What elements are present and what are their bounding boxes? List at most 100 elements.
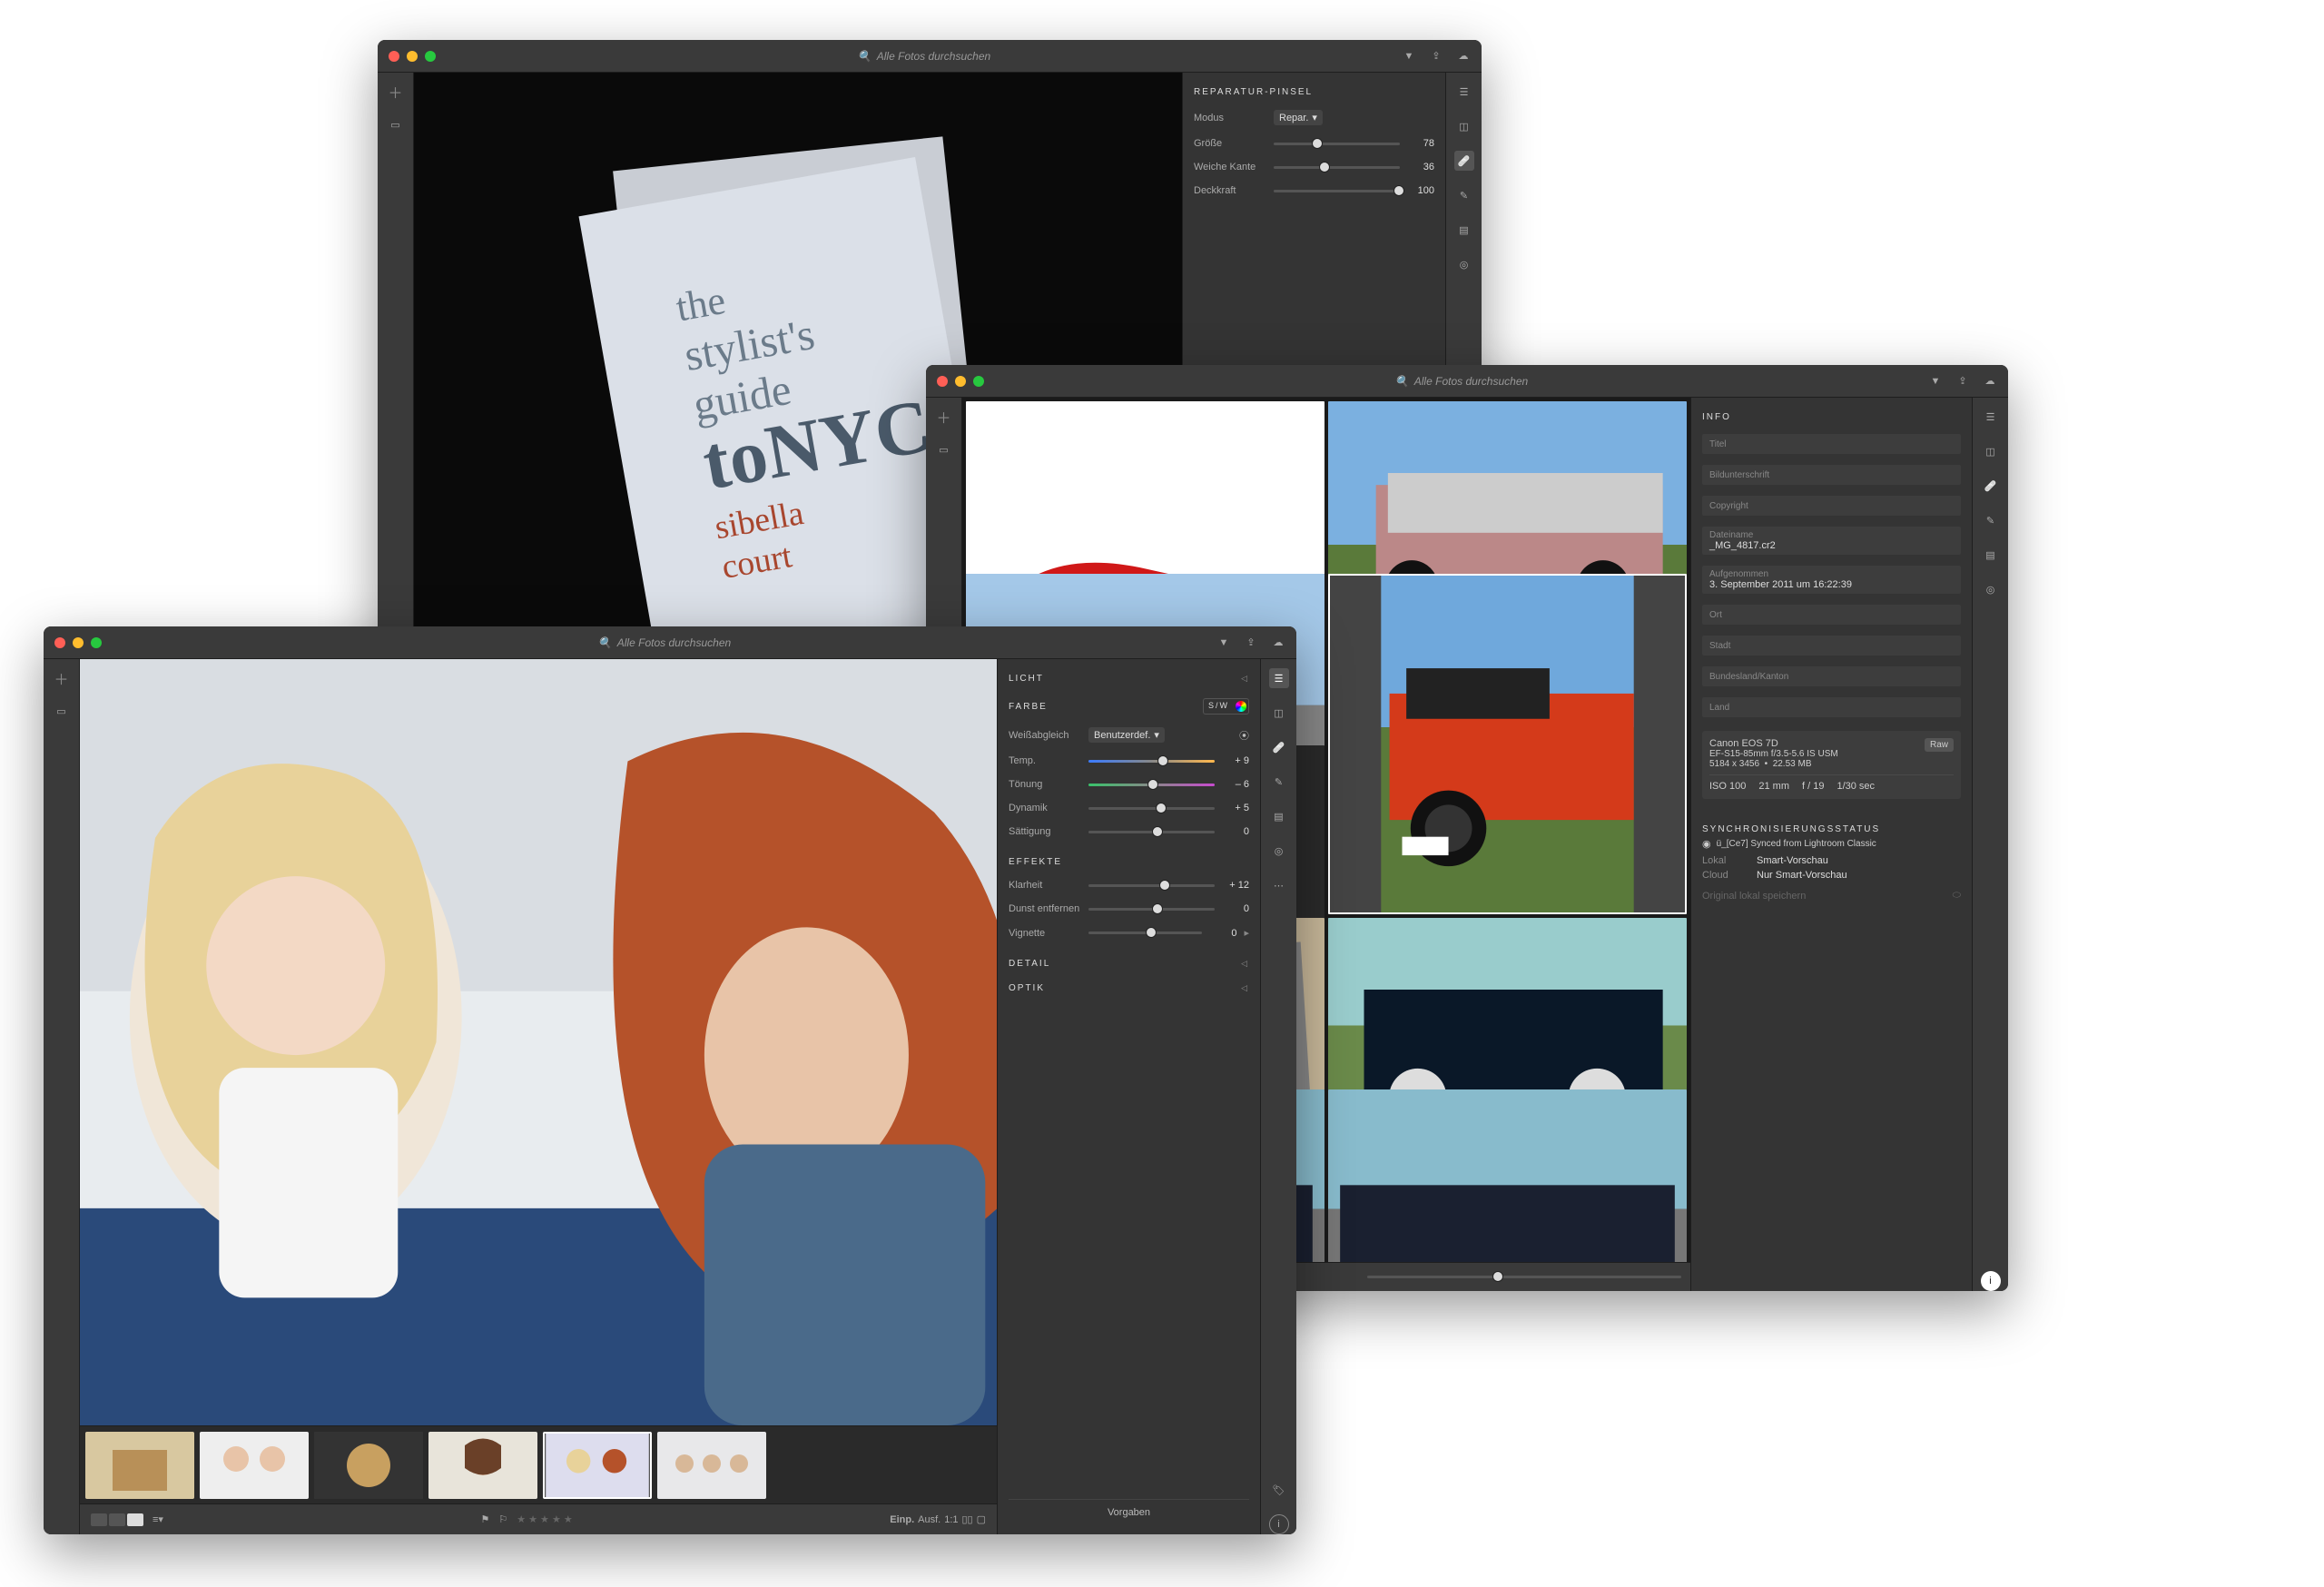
- share-icon[interactable]: ⇪: [1429, 49, 1443, 64]
- filter-icon[interactable]: ▼: [1402, 49, 1416, 64]
- copyright-field[interactable]: Copyright: [1702, 496, 1961, 516]
- close-button[interactable]: [54, 637, 65, 648]
- minimize-button[interactable]: [73, 637, 84, 648]
- tint-slider[interactable]: [1088, 784, 1215, 786]
- opacity-slider[interactable]: [1274, 190, 1400, 192]
- maximize-button[interactable]: [425, 51, 436, 62]
- filmstrip[interactable]: [80, 1425, 997, 1503]
- grid-view-button[interactable]: [91, 1513, 107, 1526]
- add-photos-button[interactable]: ＋: [52, 668, 72, 688]
- clarity-slider[interactable]: [1088, 884, 1215, 887]
- star-rating[interactable]: ★ ★ ★ ★ ★: [517, 1513, 573, 1525]
- collapse-rail-button[interactable]: ▭: [386, 114, 406, 134]
- brush-icon[interactable]: ✎: [1269, 772, 1289, 792]
- zoom-fill[interactable]: Ausf.: [918, 1514, 940, 1525]
- heal-brush-icon[interactable]: 🩹: [1981, 476, 2001, 496]
- vignette-detail-icon[interactable]: ▸: [1244, 927, 1249, 939]
- cloud-sync-icon[interactable]: ☁: [1983, 374, 1997, 389]
- edit-sliders-icon[interactable]: ☰: [1454, 82, 1474, 102]
- minimize-button[interactable]: [955, 376, 966, 387]
- vibrance-slider[interactable]: [1088, 807, 1215, 810]
- color-wheel-icon[interactable]: [1236, 701, 1246, 712]
- flag-reject-icon[interactable]: ⚐: [498, 1513, 507, 1525]
- flag-pick-icon[interactable]: ⚑: [480, 1513, 489, 1525]
- brush-icon[interactable]: ✎: [1981, 510, 2001, 530]
- location-field[interactable]: Ort: [1702, 605, 1961, 625]
- detail-header[interactable]: DETAIL: [1009, 959, 1050, 969]
- radial-gradient-icon[interactable]: ◎: [1269, 841, 1289, 861]
- collapse-rail-button[interactable]: ▭: [52, 701, 72, 721]
- optics-header[interactable]: OPTIK: [1009, 983, 1045, 993]
- light-header[interactable]: LICHT: [1009, 674, 1044, 684]
- grid-thumb[interactable]: [1328, 1089, 1687, 1262]
- collapse-rail-button[interactable]: ▭: [934, 439, 954, 459]
- zoom-controls[interactable]: Einp. Ausf. 1:1 ▯▯ ▢: [890, 1513, 986, 1525]
- filter-icon[interactable]: ▼: [1928, 374, 1943, 389]
- state-field[interactable]: Bundesland/Kanton: [1702, 666, 1961, 686]
- info-icon[interactable]: i: [1269, 1514, 1289, 1534]
- saturation-slider[interactable]: [1088, 831, 1215, 833]
- close-button[interactable]: [937, 376, 948, 387]
- wb-dropdown[interactable]: Benutzerdef.▾: [1088, 727, 1165, 743]
- more-icon[interactable]: ⋯: [1269, 875, 1289, 895]
- grid-thumb-selected[interactable]: [1328, 574, 1687, 914]
- heal-brush-icon[interactable]: 🩹: [1454, 151, 1474, 171]
- filmstrip-thumb[interactable]: [200, 1432, 309, 1499]
- bw-toggle[interactable]: S/W: [1203, 698, 1249, 715]
- cloud-sync-icon[interactable]: ☁: [1271, 636, 1285, 650]
- linear-gradient-icon[interactable]: ▤: [1269, 806, 1289, 826]
- add-photos-button[interactable]: ＋: [386, 82, 406, 102]
- close-button[interactable]: [389, 51, 399, 62]
- search-bar[interactable]: 🔍 Alle Fotos durchsuchen: [1002, 375, 1921, 388]
- filmstrip-thumb[interactable]: [657, 1432, 766, 1499]
- eyedropper-icon[interactable]: ⦿: [1239, 728, 1249, 743]
- crop-icon[interactable]: ◫: [1981, 441, 2001, 461]
- share-icon[interactable]: ⇪: [1955, 374, 1970, 389]
- chevron-icon[interactable]: [1241, 983, 1249, 993]
- photo-canvas[interactable]: [80, 659, 997, 1425]
- caption-field[interactable]: Bildunterschrift: [1702, 465, 1961, 485]
- feather-slider[interactable]: [1274, 166, 1400, 169]
- heal-brush-icon[interactable]: 🩹: [1269, 737, 1289, 757]
- zoom-1to1[interactable]: 1:1: [944, 1514, 958, 1525]
- search-bar[interactable]: 🔍 Alle Fotos durchsuchen: [454, 50, 1394, 63]
- tag-icon[interactable]: 🏷: [1269, 1480, 1289, 1500]
- store-local-toggle[interactable]: ⬭: [1953, 890, 1961, 902]
- presets-button[interactable]: Vorgaben: [1009, 1499, 1249, 1525]
- effects-header[interactable]: EFFEKTE: [1009, 857, 1062, 867]
- filmstrip-thumb[interactable]: [314, 1432, 423, 1499]
- zoom-original-icon[interactable]: ▢: [977, 1513, 986, 1525]
- title-field[interactable]: Titel: [1702, 434, 1961, 454]
- vignette-slider[interactable]: [1088, 932, 1202, 934]
- filmstrip-thumb-selected[interactable]: [543, 1432, 652, 1499]
- maximize-button[interactable]: [91, 637, 102, 648]
- info-icon[interactable]: i: [1981, 1271, 2001, 1291]
- brush-icon[interactable]: ✎: [1454, 185, 1474, 205]
- zoom-compare-icon[interactable]: ▯▯: [962, 1513, 973, 1525]
- filmstrip-thumb[interactable]: [85, 1432, 194, 1499]
- square-view-button[interactable]: [109, 1513, 125, 1526]
- filter-icon[interactable]: ▼: [1216, 636, 1231, 650]
- radial-gradient-icon[interactable]: ◎: [1981, 579, 2001, 599]
- dehaze-slider[interactable]: [1088, 908, 1215, 911]
- add-photos-button[interactable]: ＋: [934, 407, 954, 427]
- size-slider[interactable]: [1274, 143, 1400, 145]
- maximize-button[interactable]: [973, 376, 984, 387]
- share-icon[interactable]: ⇪: [1244, 636, 1258, 650]
- edit-sliders-icon[interactable]: ☰: [1981, 407, 2001, 427]
- filmstrip-thumb[interactable]: [428, 1432, 537, 1499]
- linear-gradient-icon[interactable]: ▤: [1981, 545, 2001, 565]
- search-bar[interactable]: 🔍 Alle Fotos durchsuchen: [120, 636, 1209, 649]
- crop-icon[interactable]: ◫: [1454, 116, 1474, 136]
- detail-view-button[interactable]: [127, 1513, 143, 1526]
- minimize-button[interactable]: [407, 51, 418, 62]
- mode-dropdown[interactable]: Repar.▾: [1274, 110, 1323, 125]
- sort-icon[interactable]: ≡▾: [153, 1513, 163, 1525]
- crop-icon[interactable]: ◫: [1269, 703, 1289, 723]
- linear-gradient-icon[interactable]: ▤: [1454, 220, 1474, 240]
- chevron-icon[interactable]: [1241, 674, 1249, 684]
- chevron-icon[interactable]: [1241, 959, 1249, 969]
- radial-gradient-icon[interactable]: ◎: [1454, 254, 1474, 274]
- color-header[interactable]: FARBE: [1009, 702, 1048, 712]
- temp-slider[interactable]: [1088, 760, 1215, 763]
